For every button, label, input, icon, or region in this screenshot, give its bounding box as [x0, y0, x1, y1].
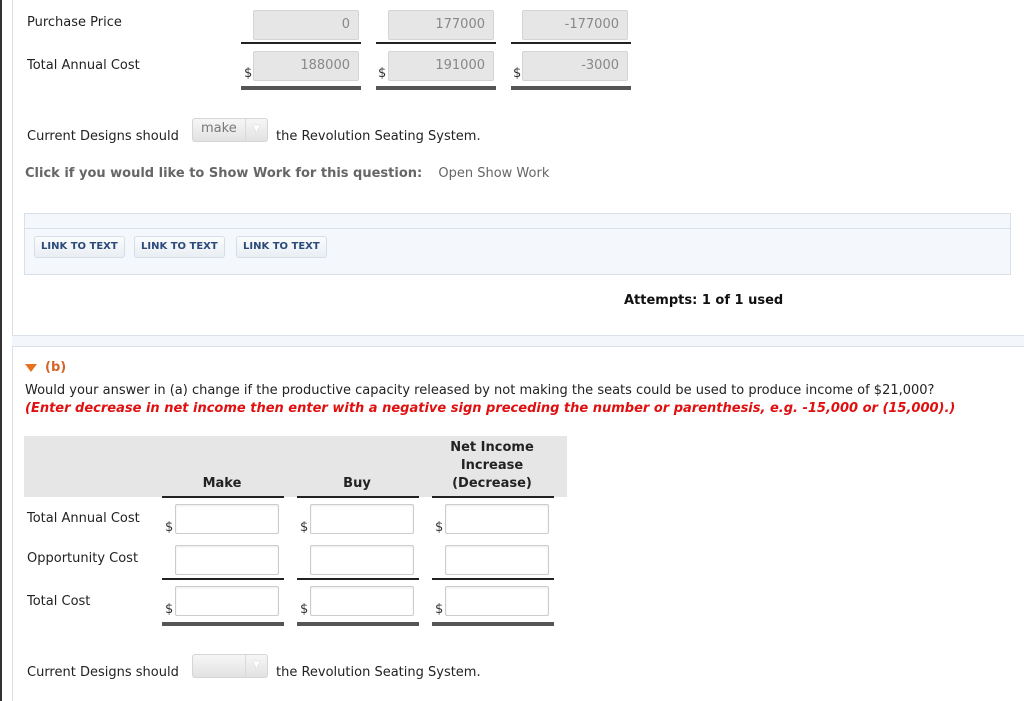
part-b-heading: (b): [45, 360, 67, 375]
part-b-question: Would your answer in (a) change if the p…: [25, 383, 935, 398]
link-to-text-button-2[interactable]: LINK TO TEXT: [134, 236, 225, 258]
part-b-toggle[interactable]: (b): [25, 360, 66, 375]
b-total-annual-cost-make-input[interactable]: [175, 504, 279, 534]
subtotal-line: [297, 578, 419, 580]
column-header-net-income: Net Income Increase (Decrease): [432, 439, 552, 493]
subtotal-line: [511, 42, 631, 44]
open-show-work-link[interactable]: Open Show Work: [438, 166, 549, 181]
column-header-buy: Buy: [343, 476, 371, 491]
decision-selected-value: make: [201, 121, 237, 136]
header-underline: [162, 496, 284, 498]
row-label-total-annual-cost-b: Total Annual Cost: [27, 511, 140, 526]
part-b-instruction: (Enter decrease in net income then enter…: [25, 401, 956, 416]
b-total-cost-buy-input[interactable]: [310, 586, 414, 616]
window-left-border: [0, 0, 2, 701]
purchase-price-buy-field[interactable]: 177000: [388, 10, 494, 40]
link-area-header: [25, 214, 1010, 229]
panel-separator: [12, 336, 1024, 346]
header-underline: [432, 496, 554, 498]
decision-suffix: the Revolution Seating System.: [276, 129, 481, 144]
dollar-sign: $: [513, 66, 522, 81]
link-to-text-button-3[interactable]: LINK TO TEXT: [236, 236, 327, 258]
subtotal-line: [241, 42, 361, 44]
dollar-sign: $: [378, 66, 387, 81]
b-total-annual-cost-buy-input[interactable]: [310, 504, 414, 534]
row-label-total-annual-cost: Total Annual Cost: [27, 58, 140, 73]
subtotal-line: [432, 578, 554, 580]
caret-down-icon: [25, 363, 37, 372]
total-double-line: [162, 622, 284, 626]
b-opportunity-cost-make-input[interactable]: [175, 545, 279, 575]
header-line: Net Income: [450, 440, 534, 455]
decision-select-a[interactable]: make ▼: [192, 118, 268, 142]
purchase-price-make-field[interactable]: 0: [253, 10, 359, 40]
b-opportunity-cost-diff-input[interactable]: [445, 545, 549, 575]
row-label-purchase-price: Purchase Price: [27, 15, 122, 30]
header-underline: [297, 496, 419, 498]
show-work-label: Click if you would like to Show Work for…: [25, 166, 423, 181]
dollar-sign: $: [435, 520, 444, 535]
total-double-line: [511, 86, 631, 90]
dollar-sign: $: [300, 520, 309, 535]
show-work-row: Click if you would like to Show Work for…: [25, 166, 549, 181]
link-to-text-area: LINK TO TEXT LINK TO TEXT LINK TO TEXT: [24, 213, 1011, 275]
subtotal-line: [162, 578, 284, 580]
dollar-sign: $: [244, 66, 253, 81]
total-annual-cost-make-field[interactable]: 188000: [253, 51, 359, 81]
decision-prefix: Current Designs should: [27, 129, 179, 144]
total-annual-cost-diff-field[interactable]: -3000: [522, 51, 628, 81]
b-total-cost-make-input[interactable]: [175, 586, 279, 616]
subtotal-line: [376, 42, 496, 44]
decision-select-b[interactable]: ▼: [192, 654, 268, 678]
link-to-text-button-1[interactable]: LINK TO TEXT: [34, 236, 125, 258]
chevron-down-icon: ▼: [245, 119, 267, 141]
attempts-counter: Attempts: 1 of 1 used: [624, 293, 784, 308]
column-header-make: Make: [202, 476, 242, 491]
dollar-sign: $: [435, 602, 444, 617]
header-line: Increase: [460, 458, 524, 473]
total-double-line: [432, 622, 554, 626]
b-opportunity-cost-buy-input[interactable]: [310, 545, 414, 575]
total-double-line: [297, 622, 419, 626]
row-label-total-cost: Total Cost: [27, 594, 91, 609]
dollar-sign: $: [165, 520, 174, 535]
b-total-annual-cost-diff-input[interactable]: [445, 504, 549, 534]
b-total-cost-diff-input[interactable]: [445, 586, 549, 616]
decision-suffix-b: the Revolution Seating System.: [276, 665, 481, 680]
chevron-down-icon: ▼: [245, 655, 267, 677]
total-annual-cost-buy-field[interactable]: 191000: [388, 51, 494, 81]
dollar-sign: $: [300, 602, 309, 617]
decision-prefix-b: Current Designs should: [27, 665, 179, 680]
total-double-line: [376, 86, 496, 90]
header-line: (Decrease): [452, 476, 532, 491]
purchase-price-diff-field[interactable]: -177000: [522, 10, 628, 40]
dollar-sign: $: [165, 602, 174, 617]
row-label-opportunity-cost: Opportunity Cost: [27, 551, 139, 566]
total-double-line: [241, 86, 361, 90]
